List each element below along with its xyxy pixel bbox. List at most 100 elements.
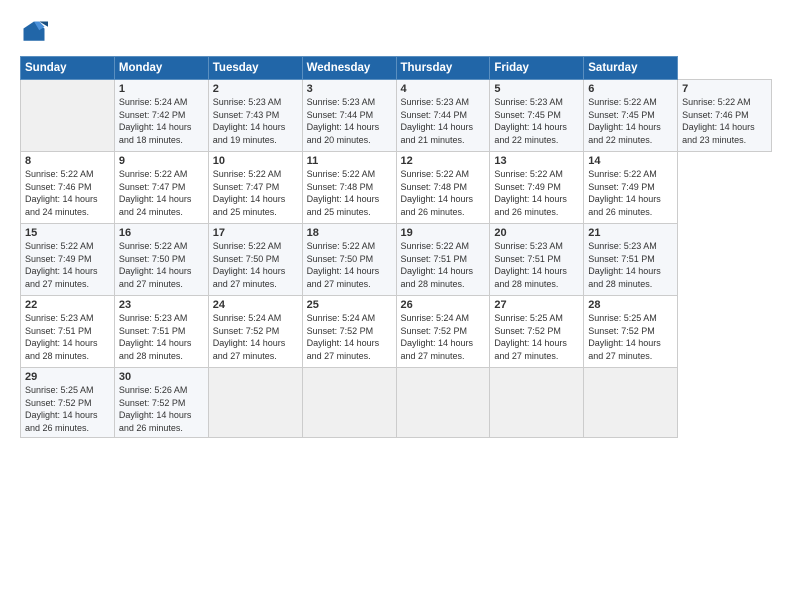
header-cell-thursday: Thursday xyxy=(396,57,490,80)
day-cell xyxy=(584,368,678,438)
day-info: Sunrise: 5:24 AMSunset: 7:52 PMDaylight:… xyxy=(401,313,474,361)
header-row: SundayMondayTuesdayWednesdayThursdayFrid… xyxy=(21,57,772,80)
day-info: Sunrise: 5:22 AMSunset: 7:48 PMDaylight:… xyxy=(401,169,474,217)
day-number: 6 xyxy=(588,83,673,95)
day-number: 27 xyxy=(494,299,579,311)
day-number: 19 xyxy=(401,227,486,239)
calendar-table: SundayMondayTuesdayWednesdayThursdayFrid… xyxy=(20,56,772,438)
day-number: 8 xyxy=(25,155,110,167)
day-info: Sunrise: 5:22 AMSunset: 7:47 PMDaylight:… xyxy=(119,169,192,217)
day-info: Sunrise: 5:22 AMSunset: 7:51 PMDaylight:… xyxy=(401,241,474,289)
day-cell: 17 Sunrise: 5:22 AMSunset: 7:50 PMDayligh… xyxy=(208,224,302,296)
day-cell xyxy=(490,368,584,438)
day-number: 22 xyxy=(25,299,110,311)
day-info: Sunrise: 5:22 AMSunset: 7:47 PMDaylight:… xyxy=(213,169,286,217)
day-info: Sunrise: 5:23 AMSunset: 7:51 PMDaylight:… xyxy=(494,241,567,289)
day-info: Sunrise: 5:23 AMSunset: 7:51 PMDaylight:… xyxy=(588,241,661,289)
day-cell: 1 Sunrise: 5:24 AMSunset: 7:42 PMDaylight… xyxy=(114,80,208,152)
day-number: 15 xyxy=(25,227,110,239)
day-info: Sunrise: 5:25 AMSunset: 7:52 PMDaylight:… xyxy=(588,313,661,361)
day-info: Sunrise: 5:22 AMSunset: 7:50 PMDaylight:… xyxy=(119,241,192,289)
day-number: 14 xyxy=(588,155,673,167)
day-info: Sunrise: 5:23 AMSunset: 7:45 PMDaylight:… xyxy=(494,97,567,145)
day-info: Sunrise: 5:26 AMSunset: 7:52 PMDaylight:… xyxy=(119,385,192,433)
week-row-4: 22 Sunrise: 5:23 AMSunset: 7:51 PMDayligh… xyxy=(21,296,772,368)
day-cell: 2 Sunrise: 5:23 AMSunset: 7:43 PMDaylight… xyxy=(208,80,302,152)
day-info: Sunrise: 5:24 AMSunset: 7:52 PMDaylight:… xyxy=(213,313,286,361)
header-cell-friday: Friday xyxy=(490,57,584,80)
week-row-2: 8 Sunrise: 5:22 AMSunset: 7:46 PMDaylight… xyxy=(21,152,772,224)
day-cell: 30 Sunrise: 5:26 AMSunset: 7:52 PMDayligh… xyxy=(114,368,208,438)
day-number: 16 xyxy=(119,227,204,239)
day-number: 20 xyxy=(494,227,579,239)
day-info: Sunrise: 5:25 AMSunset: 7:52 PMDaylight:… xyxy=(494,313,567,361)
day-number: 5 xyxy=(494,83,579,95)
day-info: Sunrise: 5:24 AMSunset: 7:52 PMDaylight:… xyxy=(307,313,380,361)
day-number: 4 xyxy=(401,83,486,95)
day-cell: 15 Sunrise: 5:22 AMSunset: 7:49 PMDayligh… xyxy=(21,224,115,296)
day-info: Sunrise: 5:24 AMSunset: 7:42 PMDaylight:… xyxy=(119,97,192,145)
day-info: Sunrise: 5:25 AMSunset: 7:52 PMDaylight:… xyxy=(25,385,98,433)
day-number: 9 xyxy=(119,155,204,167)
day-cell: 25 Sunrise: 5:24 AMSunset: 7:52 PMDayligh… xyxy=(302,296,396,368)
day-cell xyxy=(208,368,302,438)
day-cell: 29 Sunrise: 5:25 AMSunset: 7:52 PMDayligh… xyxy=(21,368,115,438)
day-cell: 16 Sunrise: 5:22 AMSunset: 7:50 PMDayligh… xyxy=(114,224,208,296)
day-number: 7 xyxy=(682,83,767,95)
day-number: 30 xyxy=(119,371,204,383)
day-info: Sunrise: 5:22 AMSunset: 7:46 PMDaylight:… xyxy=(25,169,98,217)
day-cell: 22 Sunrise: 5:23 AMSunset: 7:51 PMDayligh… xyxy=(21,296,115,368)
day-number: 2 xyxy=(213,83,298,95)
day-number: 11 xyxy=(307,155,392,167)
day-info: Sunrise: 5:22 AMSunset: 7:48 PMDaylight:… xyxy=(307,169,380,217)
day-cell: 8 Sunrise: 5:22 AMSunset: 7:46 PMDaylight… xyxy=(21,152,115,224)
header-cell-tuesday: Tuesday xyxy=(208,57,302,80)
day-number: 18 xyxy=(307,227,392,239)
day-number: 17 xyxy=(213,227,298,239)
day-info: Sunrise: 5:23 AMSunset: 7:44 PMDaylight:… xyxy=(307,97,380,145)
logo-icon xyxy=(20,18,48,46)
day-info: Sunrise: 5:22 AMSunset: 7:45 PMDaylight:… xyxy=(588,97,661,145)
day-number: 1 xyxy=(119,83,204,95)
header-cell-wednesday: Wednesday xyxy=(302,57,396,80)
day-number: 13 xyxy=(494,155,579,167)
day-number: 29 xyxy=(25,371,110,383)
day-cell: 18Sunrise: 5:22 AMSunset: 7:50 PMDayligh… xyxy=(302,224,396,296)
day-number: 3 xyxy=(307,83,392,95)
day-cell: 12Sunrise: 5:22 AMSunset: 7:48 PMDayligh… xyxy=(396,152,490,224)
day-info: Sunrise: 5:23 AMSunset: 7:51 PMDaylight:… xyxy=(119,313,192,361)
day-cell: 21 Sunrise: 5:23 AMSunset: 7:51 PMDayligh… xyxy=(584,224,678,296)
day-info: Sunrise: 5:22 AMSunset: 7:49 PMDaylight:… xyxy=(25,241,98,289)
header-cell-monday: Monday xyxy=(114,57,208,80)
day-number: 25 xyxy=(307,299,392,311)
day-info: Sunrise: 5:22 AMSunset: 7:49 PMDaylight:… xyxy=(494,169,567,217)
day-cell xyxy=(302,368,396,438)
day-info: Sunrise: 5:22 AMSunset: 7:49 PMDaylight:… xyxy=(588,169,661,217)
day-cell: 5 Sunrise: 5:23 AMSunset: 7:45 PMDaylight… xyxy=(490,80,584,152)
day-info: Sunrise: 5:23 AMSunset: 7:43 PMDaylight:… xyxy=(213,97,286,145)
calendar-page: SundayMondayTuesdayWednesdayThursdayFrid… xyxy=(0,0,792,612)
day-number: 21 xyxy=(588,227,673,239)
day-cell: 24 Sunrise: 5:24 AMSunset: 7:52 PMDayligh… xyxy=(208,296,302,368)
day-cell: 10 Sunrise: 5:22 AMSunset: 7:47 PMDayligh… xyxy=(208,152,302,224)
week-row-1: 1 Sunrise: 5:24 AMSunset: 7:42 PMDaylight… xyxy=(21,80,772,152)
day-number: 28 xyxy=(588,299,673,311)
day-info: Sunrise: 5:23 AMSunset: 7:51 PMDaylight:… xyxy=(25,313,98,361)
day-info: Sunrise: 5:22 AMSunset: 7:50 PMDaylight:… xyxy=(213,241,286,289)
day-number: 10 xyxy=(213,155,298,167)
day-cell: 11 Sunrise: 5:22 AMSunset: 7:48 PMDayligh… xyxy=(302,152,396,224)
day-number: 23 xyxy=(119,299,204,311)
day-number: 24 xyxy=(213,299,298,311)
day-cell: 6 Sunrise: 5:22 AMSunset: 7:45 PMDaylight… xyxy=(584,80,678,152)
day-cell: 26 Sunrise: 5:24 AMSunset: 7:52 PMDayligh… xyxy=(396,296,490,368)
day-number: 26 xyxy=(401,299,486,311)
day-cell: 20 Sunrise: 5:23 AMSunset: 7:51 PMDayligh… xyxy=(490,224,584,296)
day-info: Sunrise: 5:22 AMSunset: 7:46 PMDaylight:… xyxy=(682,97,755,145)
day-cell: 27 Sunrise: 5:25 AMSunset: 7:52 PMDayligh… xyxy=(490,296,584,368)
week-row-5: 29 Sunrise: 5:25 AMSunset: 7:52 PMDayligh… xyxy=(21,368,772,438)
header-cell-sunday: Sunday xyxy=(21,57,115,80)
day-cell: 28 Sunrise: 5:25 AMSunset: 7:52 PMDayligh… xyxy=(584,296,678,368)
day-cell: 19 Sunrise: 5:22 AMSunset: 7:51 PMDayligh… xyxy=(396,224,490,296)
day-cell: 13 Sunrise: 5:22 AMSunset: 7:49 PMDayligh… xyxy=(490,152,584,224)
day-cell: 3 Sunrise: 5:23 AMSunset: 7:44 PMDaylight… xyxy=(302,80,396,152)
